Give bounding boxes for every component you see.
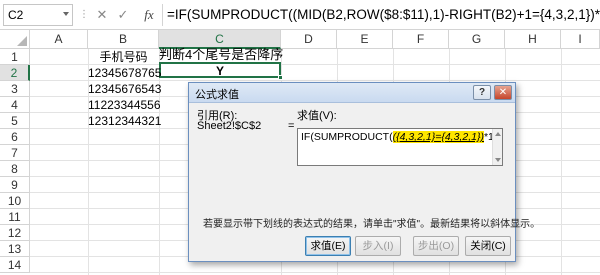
scroll-up-icon[interactable] [495, 132, 501, 136]
dialog-title: 公式求值 [195, 89, 239, 101]
evaluate-button[interactable]: 求值(E) [305, 236, 351, 256]
gridline [561, 49, 562, 275]
row-header-8[interactable]: 8 [0, 161, 30, 177]
scroll-down-icon[interactable] [495, 158, 501, 162]
column-header-f[interactable]: F [393, 30, 449, 49]
enter-icon[interactable]: ✓ [115, 5, 131, 25]
column-header-e[interactable]: E [337, 30, 393, 49]
column-header-h[interactable]: H [505, 30, 561, 49]
row-header-4[interactable]: 4 [0, 97, 30, 113]
column-header-a[interactable]: A [30, 30, 88, 49]
step-in-button[interactable]: 步入(I) [355, 236, 401, 256]
column-header-d[interactable]: D [281, 30, 337, 49]
help-icon[interactable]: ? [473, 85, 491, 100]
close-button[interactable]: 关闭(C) [465, 236, 511, 256]
eval-highlight: ({4,3,2,1}={4,3,2,1}) [392, 131, 484, 143]
select-all-icon [17, 36, 27, 46]
cell-b2[interactable]: 12345678765 [88, 65, 161, 81]
cell-b3[interactable]: 12345676543 [88, 81, 161, 97]
instruction-note: 若要显示带下划线的表达式的结果，请单击"求值"。最新结果将以斜体显示。 [203, 219, 541, 230]
chevron-down-icon[interactable] [63, 12, 69, 16]
dialog-titlebar[interactable]: 公式求值 ? ✕ [189, 83, 515, 103]
cell-c2[interactable]: Y [159, 63, 281, 79]
formula-input[interactable]: =IF(SUMPRODUCT((MID(B2,ROW($8:$11),1)-RI… [162, 4, 600, 26]
row-header-7[interactable]: 7 [0, 145, 30, 161]
reference-value: Sheet2!$C$2 [197, 120, 262, 132]
row-header-2[interactable]: 2 [0, 65, 30, 81]
row-header-1[interactable]: 1 [0, 49, 30, 65]
drag-handle-icon[interactable]: ⋮ [79, 8, 89, 22]
close-icon[interactable]: ✕ [494, 85, 512, 100]
cancel-icon[interactable]: ✕ [94, 5, 110, 25]
evaluation-scrollbar[interactable] [492, 129, 502, 165]
row-header-6[interactable]: 6 [0, 129, 30, 145]
formula-bar: C2 ⋮ ✕ ✓ fx =IF(SUMPRODUCT((MID(B2,ROW($… [0, 0, 600, 30]
column-header-g[interactable]: G [449, 30, 505, 49]
cell-b4[interactable]: 11223344556 [88, 97, 161, 113]
select-all-corner[interactable] [0, 30, 30, 49]
row-header-11[interactable]: 11 [0, 209, 30, 225]
row-header-5[interactable]: 5 [0, 113, 30, 129]
cell-c1[interactable]: 判断4个尾号是否降序 [159, 47, 283, 63]
row-header-14[interactable]: 14 [0, 257, 30, 273]
cell-b5[interactable]: 12312344321 [88, 113, 161, 129]
cell-b1[interactable]: 手机号码 [88, 49, 159, 65]
eval-prefix: IF(SUMPRODUCT( [301, 131, 393, 143]
evaluation-label: 求值(V): [297, 110, 337, 122]
name-box[interactable]: C2 [3, 4, 73, 26]
name-box-value: C2 [8, 8, 24, 22]
row-header-13[interactable]: 13 [0, 241, 30, 257]
evaluate-formula-dialog: 公式求值 ? ✕ 引用(R): Sheet2!$C$2 = 求值(V): IF(… [188, 82, 540, 262]
row-header-3[interactable]: 3 [0, 81, 30, 97]
insert-function-icon[interactable]: fx [139, 5, 159, 25]
column-header-b[interactable]: B [88, 30, 159, 49]
column-header-i[interactable]: I [561, 30, 600, 49]
row-header-9[interactable]: 9 [0, 177, 30, 193]
step-out-button[interactable]: 步出(O) [413, 236, 459, 256]
row-header-12[interactable]: 12 [0, 225, 30, 241]
evaluation-box[interactable]: IF(SUMPRODUCT(({4,3,2,1}={4,3,2,1})*1)=4… [297, 128, 503, 166]
equals-sign: = [288, 120, 295, 132]
row-header-10[interactable]: 10 [0, 193, 30, 209]
gridline [30, 272, 600, 273]
